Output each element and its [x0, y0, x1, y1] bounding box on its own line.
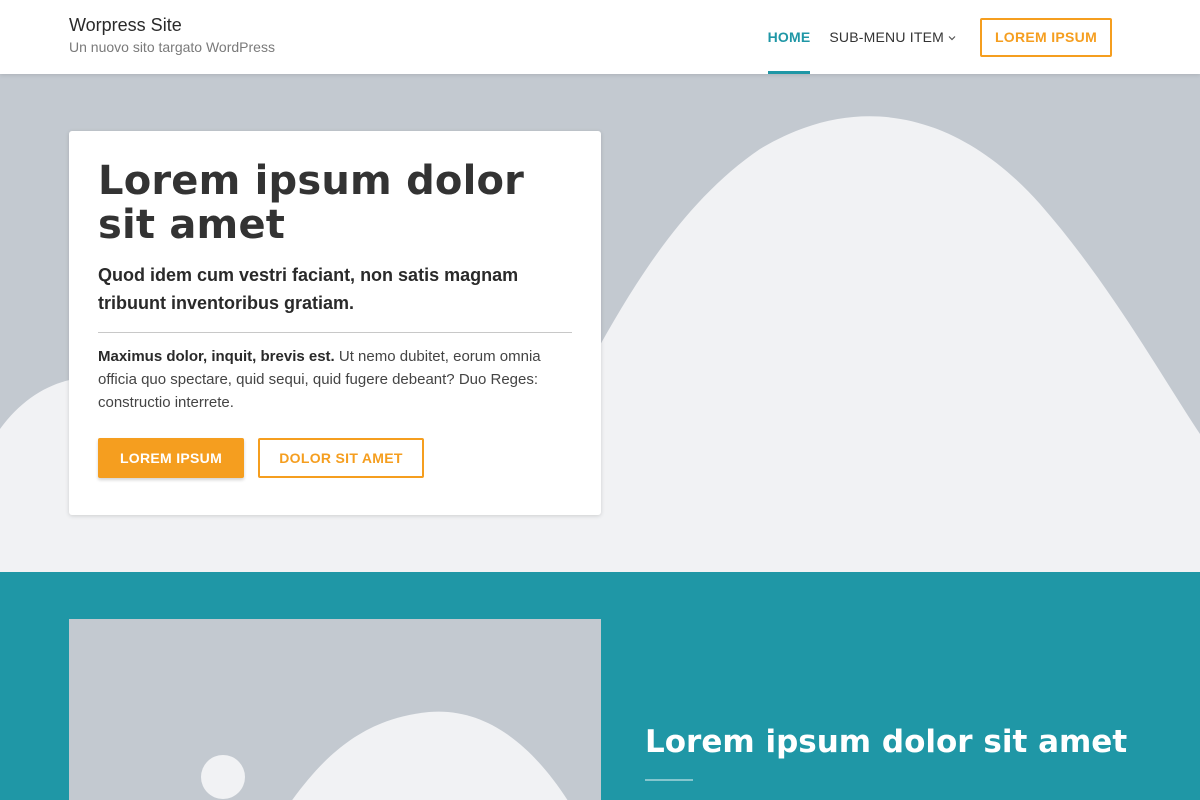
header-cta-button[interactable]: LOREM IPSUM	[980, 17, 1112, 57]
nav-item-submenu-label: SUB-MENU ITEM	[829, 29, 944, 45]
site-branding: Worpress Site Un nuovo sito targato Word…	[69, 14, 275, 56]
site-header: Worpress Site Un nuovo sito targato Word…	[0, 0, 1200, 74]
feature-title: Lorem ipsum dolor sit amet	[645, 724, 1128, 760]
nav-item-submenu[interactable]: SUB-MENU ITEM	[829, 0, 956, 74]
site-title[interactable]: Worpress Site	[69, 14, 275, 36]
site-tagline: Un nuovo sito targato WordPress	[69, 39, 275, 55]
image-placeholder-icon	[69, 619, 601, 800]
hero-divider	[98, 332, 572, 333]
hero-buttons: LOREM IPSUM DOLOR SIT AMET	[98, 438, 572, 478]
main-navigation: HOME SUB-MENU ITEM LOREM IPSUM	[767, 0, 1112, 74]
feature-image-placeholder	[69, 619, 601, 800]
hero-title: Lorem ipsum dolor sit amet	[98, 158, 525, 248]
feature-divider	[645, 779, 693, 781]
hero-subtitle: Quod idem cum vestri faciant, non satis …	[98, 265, 519, 313]
nav-item-home-label: HOME	[767, 29, 811, 45]
hero-card: Lorem ipsum dolor sit amet Quod idem cum…	[69, 131, 601, 515]
hero-text-bold: Maximus dolor, inquit, brevis est.	[98, 348, 335, 365]
hero-secondary-button[interactable]: DOLOR SIT AMET	[258, 438, 424, 478]
feature-section: Lorem ipsum dolor sit amet	[0, 572, 1200, 800]
nav-item-home[interactable]: HOME	[767, 0, 811, 74]
chevron-down-icon	[948, 33, 956, 44]
hero-primary-button[interactable]: LOREM IPSUM	[98, 438, 244, 478]
hero-text: Maximus dolor, inquit, brevis est. Ut ne…	[98, 345, 572, 414]
hero-section: Lorem ipsum dolor sit amet Quod idem cum…	[0, 74, 1200, 572]
